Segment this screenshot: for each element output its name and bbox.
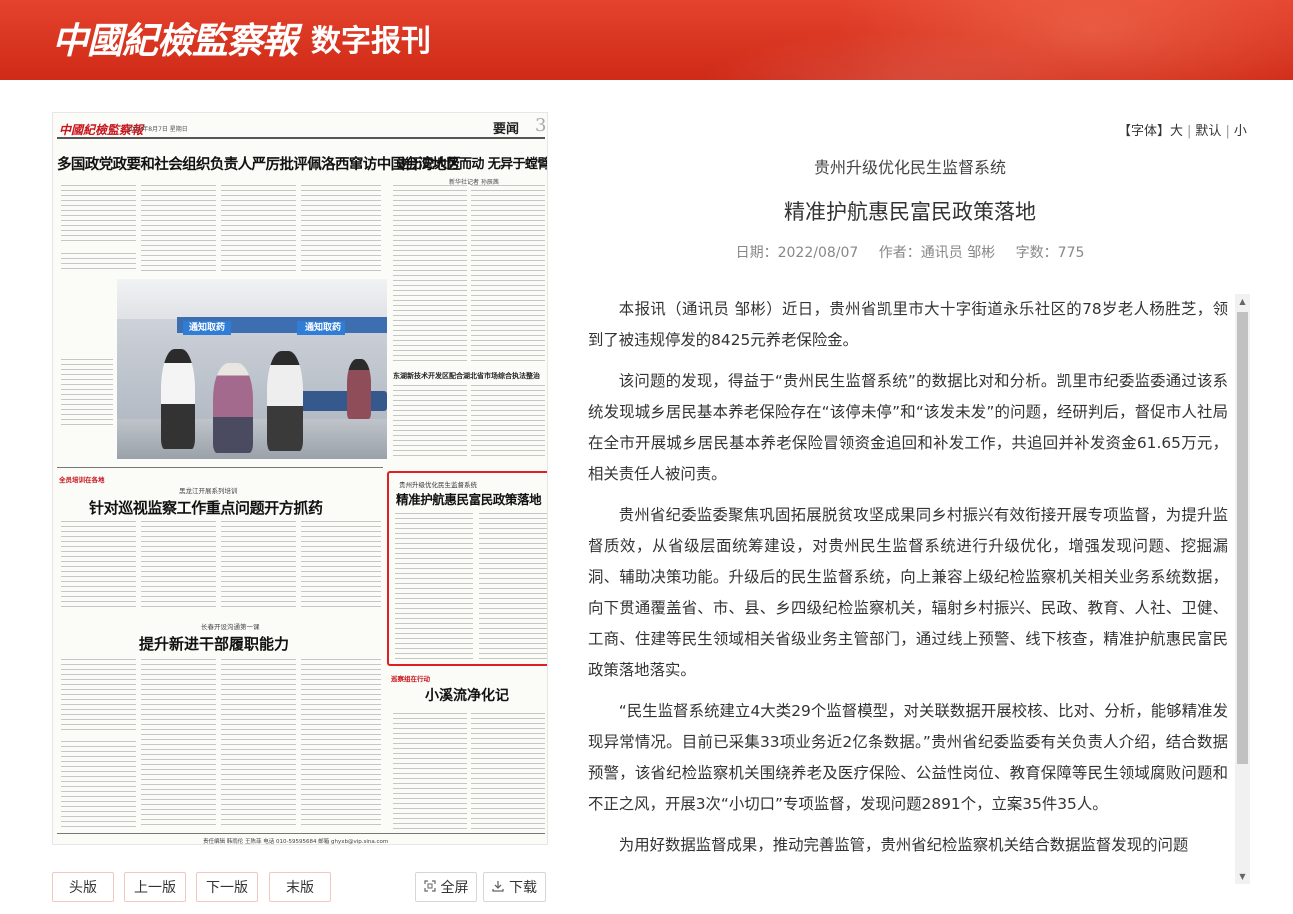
scrollbar-thumb[interactable] — [1237, 312, 1248, 764]
fullscreen-button[interactable]: 全屏 — [415, 872, 477, 902]
page-footer: 责任编辑 韩雨伦 王陈菲 电话 010-59595684 邮箱 ghyxb@vi… — [203, 839, 389, 845]
fullscreen-label: 全屏 — [440, 880, 469, 896]
scroll-down-icon[interactable]: ▼ — [1235, 869, 1250, 884]
newspaper-masthead-bar: 中國紀檢監察報 2022年8月7日 星期日 要闻 3 — [57, 115, 547, 139]
scroll-up-icon[interactable]: ▲ — [1235, 294, 1250, 309]
logo-text: 中國紀檢監察報 — [52, 20, 298, 62]
font-size-small[interactable]: 小 — [1234, 124, 1247, 139]
article-meta: 日期：2022/08/07 作者：通讯员 邹彬 字数：775 — [600, 242, 1220, 262]
photo-sign: 通知取药 — [189, 323, 226, 333]
article-link-main[interactable]: 多国政党政要和社会组织负责人严厉批评佩洛西窜访中国台湾地区 — [57, 153, 461, 174]
text-column — [479, 513, 547, 661]
article-link-left[interactable]: 针对巡视监察工作重点问题开方抓药 — [89, 497, 323, 518]
newspaper-page-number: 3 — [535, 115, 547, 136]
next-page-label: 下一版 — [206, 880, 248, 896]
text-column — [471, 713, 545, 829]
text-column — [61, 521, 136, 611]
article-paragraph: 贵州省纪委监委聚焦巩固拓展脱贫攻坚成果同乡村振兴有效衔接开展专项监督，为提升监督… — [588, 506, 1228, 679]
text-column — [221, 185, 296, 273]
article-paragraph: 本报讯（通讯员 邹彬）近日，贵州省凯里市大十字街道永乐社区的78岁老人杨胜芝，领… — [588, 300, 1228, 349]
article-wordcount: 字数：775 — [1015, 245, 1085, 261]
section-tag-patrol: 巡察组在行动 — [391, 675, 430, 683]
text-column — [395, 513, 473, 661]
highlighted-article[interactable]: 贵州升级优化民生监督系统 精准护航惠民富民政策落地 — [387, 471, 547, 666]
person — [347, 359, 371, 419]
last-page-label: 末版 — [286, 880, 314, 896]
article-title: 精准护航惠民富民政策落地 — [784, 200, 1036, 224]
newspaper-date: 2022年8月7日 星期日 — [127, 126, 188, 133]
text-column — [221, 659, 296, 829]
article-date: 日期：2022/08/07 — [735, 245, 859, 261]
next-page-button[interactable]: 下一版 — [196, 872, 258, 902]
download-icon — [492, 880, 504, 895]
article-author: 作者：通讯员 邹彬 — [878, 245, 996, 261]
text-column — [471, 385, 545, 457]
article-link-stream[interactable]: 小溪流净化记 — [425, 685, 509, 705]
text-column — [61, 659, 136, 731]
article-paragraph: “民生监督系统建立4大类29个监督模型，对关联数据开展校核、比对、分析，能够精准… — [588, 702, 1228, 813]
series-label: 黑龙江开展系列培训 — [179, 487, 238, 495]
article-link-right[interactable]: 逆历史大势而动 无异于螳臂当车 — [397, 153, 547, 172]
prev-page-label: 上一版 — [134, 880, 176, 896]
person — [161, 349, 195, 449]
fullscreen-icon — [423, 879, 436, 895]
site-logo[interactable]: 中國紀檢監察報 数字报刊 — [52, 14, 431, 62]
last-page-button[interactable]: 末版 — [269, 872, 331, 902]
article-kicker: 贵州升级优化民生监督系统 — [813, 158, 1006, 177]
text-column — [61, 185, 136, 245]
article-link-left2[interactable]: 提升新进干部履职能力 — [139, 633, 289, 654]
prev-page-button[interactable]: 上一版 — [124, 872, 186, 902]
text-column — [471, 185, 545, 363]
photo-sign: 通知取药 — [305, 323, 342, 333]
article-paragraph: 该问题的发现，得益于“贵州民生监督系统”的数据比对和分析。凯里市纪委监委通过该系… — [588, 372, 1228, 483]
text-column — [61, 253, 136, 273]
article-paragraph: 为用好数据监督成果，推动完善监管，贵州省纪检监察机关结合数据监督发现的问题 — [618, 836, 1189, 854]
text-column — [301, 659, 381, 829]
text-column — [393, 185, 467, 363]
text-column — [301, 521, 381, 611]
text-column — [393, 385, 467, 457]
series-label: 长春开设沟通第一课 — [201, 623, 260, 631]
article-body[interactable]: 本报讯（通讯员 邹彬）近日，贵州省凯里市大十字街道永乐社区的78岁老人杨胜芝，领… — [588, 294, 1228, 884]
text-column — [221, 521, 296, 611]
download-button[interactable]: 下载 — [483, 872, 546, 902]
text-column — [61, 741, 136, 829]
highlight-subtitle: 贵州升级优化民生监督系统 — [399, 481, 477, 489]
text-column — [393, 713, 467, 829]
font-size-default[interactable]: 默认 — [1195, 124, 1221, 139]
text-column — [301, 185, 381, 273]
first-page-button[interactable]: 头版 — [52, 872, 114, 902]
article-scrollbar[interactable]: ▲ ▼ — [1235, 294, 1250, 884]
newspaper-page[interactable]: 中國紀檢監察報 2022年8月7日 星期日 要闻 3 多国政党政要和社会组织负责… — [52, 112, 548, 845]
text-column — [141, 185, 216, 273]
section-tag-training: 全员培训在各地 — [59, 476, 105, 484]
logo-subtitle: 数字报刊 — [311, 24, 432, 59]
font-size-large[interactable]: 大 — [1170, 124, 1183, 139]
newspaper-section: 要闻 — [493, 122, 520, 137]
caption-right: 东湖新技术开发区配合湖北省市场综合执法整治 — [393, 372, 540, 380]
highlight-title: 精准护航惠民富民政策落地 — [396, 492, 542, 507]
person — [213, 363, 253, 453]
text-column — [141, 659, 216, 829]
font-size-control: 【字体】大 | 默认 | 小 — [1118, 124, 1247, 139]
news-photo: 通知取药 通知取药 — [117, 279, 387, 459]
text-column — [141, 521, 216, 611]
site-header: 中國紀檢監察報 数字报刊 — [0, 0, 1293, 80]
first-page-label: 头版 — [69, 880, 97, 896]
person — [267, 351, 303, 451]
font-size-label: 【字体】 — [1118, 124, 1171, 139]
photo-caption-text — [61, 359, 113, 429]
download-label: 下载 — [509, 880, 537, 896]
